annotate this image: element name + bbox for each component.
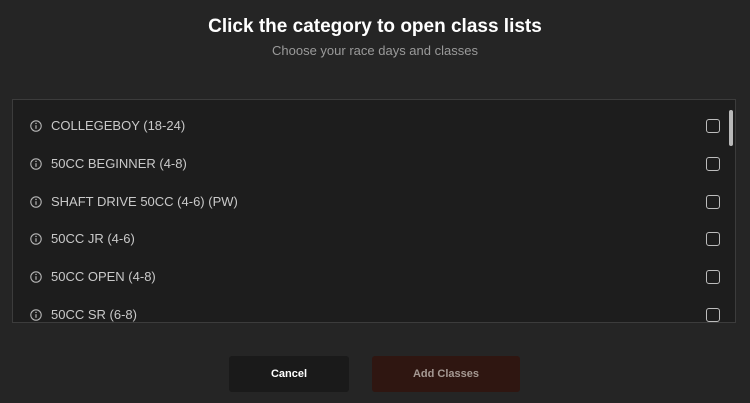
- class-checkbox[interactable]: [706, 119, 720, 133]
- class-name: COLLEGEBOY (18-24): [51, 118, 186, 133]
- class-checkbox[interactable]: [706, 157, 720, 171]
- class-name: 50CC OPEN (4-8): [51, 269, 156, 284]
- class-list[interactable]: COLLEGEBOY (18-24) 50CC BEGINNER (4-8) S…: [12, 99, 736, 323]
- info-icon[interactable]: [30, 271, 42, 283]
- list-item-class[interactable]: 50CC OPEN (4-8): [13, 263, 720, 291]
- list-item-class[interactable]: SHAFT DRIVE 50CC (4-6) (PW): [13, 188, 720, 216]
- class-name: 50CC JR (4-6): [51, 231, 135, 246]
- class-checkbox[interactable]: [706, 308, 720, 322]
- add-classes-dialog: Click the category to open class lists C…: [0, 0, 750, 403]
- list-item-class[interactable]: 50CC SR (6-8): [13, 301, 720, 322]
- info-icon[interactable]: [30, 309, 42, 321]
- dialog-subtitle: Choose your race days and classes: [272, 43, 478, 58]
- class-checkbox[interactable]: [706, 195, 720, 209]
- info-icon[interactable]: [30, 158, 42, 170]
- class-checkbox[interactable]: [706, 270, 720, 284]
- list-item-class[interactable]: 50CC JR (4-6): [13, 225, 720, 253]
- list-item-class[interactable]: COLLEGEBOY (18-24): [13, 112, 720, 140]
- cancel-button[interactable]: Cancel: [229, 356, 349, 392]
- class-name: SHAFT DRIVE 50CC (4-6) (PW): [51, 194, 238, 209]
- info-icon[interactable]: [30, 233, 42, 245]
- list-item-class[interactable]: 50CC BEGINNER (4-8): [13, 150, 720, 178]
- dialog-title: Click the category to open class lists: [208, 16, 542, 37]
- scrollbar-thumb[interactable]: [729, 110, 733, 146]
- info-icon[interactable]: [30, 196, 42, 208]
- info-icon[interactable]: [30, 120, 42, 132]
- class-name: 50CC BEGINNER (4-8): [51, 156, 187, 171]
- class-name: 50CC SR (6-8): [51, 307, 137, 322]
- class-checkbox[interactable]: [706, 232, 720, 246]
- add-classes-button[interactable]: Add Classes: [372, 356, 520, 392]
